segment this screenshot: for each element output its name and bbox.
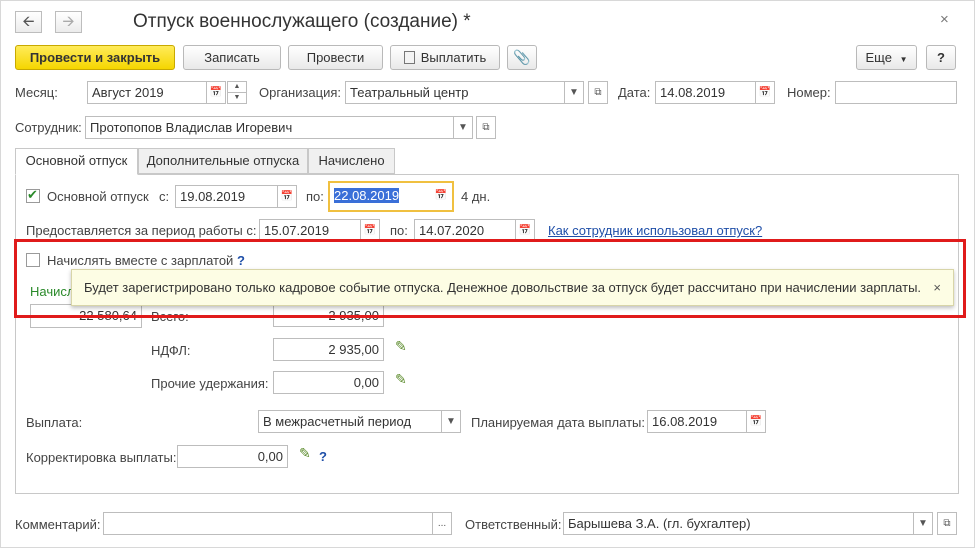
window-title: Отпуск военнослужащего (создание) * [133, 11, 471, 32]
responsible-label: Ответственный: [465, 517, 562, 532]
pencil-icon[interactable]: ✎ [395, 371, 407, 388]
period-to-label: по: [390, 223, 408, 238]
pencil-icon[interactable]: ✎ [395, 338, 407, 355]
date-field[interactable]: 14.08.2019 [655, 81, 756, 104]
other-deductions-field[interactable]: 0,00 [273, 371, 384, 394]
document-icon [403, 51, 415, 64]
month-label: Месяц: [15, 85, 58, 100]
dropdown-icon[interactable]: ▼ [564, 81, 584, 104]
work-period-label: Предоставляется за период работы с: [26, 223, 257, 238]
employee-field[interactable]: Протопопов Владислав Игоревич [85, 116, 456, 139]
more-button-label: Еще [865, 50, 892, 65]
tab-main-leave[interactable]: Основной отпуск [15, 148, 138, 175]
organization-field[interactable]: Театральный центр [345, 81, 565, 104]
payment-label: Выплата: [26, 415, 83, 430]
from-label: с: [159, 189, 170, 204]
arrow-left-icon[interactable]: 🡨 [15, 11, 42, 33]
help-icon[interactable]: ? [319, 449, 327, 464]
other-deductions-label: Прочие удержания: [151, 376, 269, 391]
ndfl-label: НДФЛ: [151, 343, 191, 358]
to-label: по: [306, 189, 324, 204]
organization-label: Организация: [259, 85, 342, 100]
main-leave-label: Основной отпуск [47, 189, 149, 204]
planned-date-label: Планируемая дата выплаты: [471, 415, 645, 430]
open-icon[interactable]: ⧉ [937, 512, 957, 535]
pencil-icon[interactable]: ✎ [299, 445, 311, 462]
tab-accrued[interactable]: Начислено [308, 148, 395, 174]
paperclip-icon: 📎 [513, 49, 531, 65]
save-button[interactable]: Записать [183, 45, 281, 70]
payment-field[interactable]: В межрасчетный период [258, 410, 442, 433]
post-button[interactable]: Провести [288, 45, 383, 70]
comment-label: Комментарий: [15, 517, 101, 532]
payment-correction-field[interactable]: 0,00 [177, 445, 288, 468]
attachment-button[interactable]: 📎 [507, 45, 537, 70]
more-button[interactable]: Еще ▼ [856, 45, 917, 70]
leave-from-field[interactable]: 19.08.2019 [175, 185, 278, 208]
ellipsis-icon[interactable]: ... [432, 512, 452, 535]
leave-to-value: 22.08.2019 [334, 188, 400, 203]
main-leave-checkbox[interactable] [26, 187, 40, 203]
highlight-frame [14, 239, 966, 318]
dropdown-icon[interactable]: ▼ [441, 410, 461, 433]
comment-field[interactable] [103, 512, 433, 535]
chevron-down-icon: ▼ [899, 55, 908, 64]
dropdown-icon[interactable]: ▼ [453, 116, 473, 139]
date-label: Дата: [618, 85, 651, 100]
leave-usage-link[interactable]: Как сотрудник использовал отпуск? [548, 223, 762, 238]
tab-additional-leaves[interactable]: Дополнительные отпуска [138, 148, 308, 174]
planned-date-field[interactable]: 16.08.2019 [647, 410, 747, 433]
pay-button[interactable]: Выплатить [390, 45, 500, 70]
dropdown-icon[interactable]: ▼ [913, 512, 933, 535]
spin-down-icon[interactable]: ▼ [227, 92, 247, 104]
payment-correction-label: Корректировка выплаты: [26, 450, 177, 465]
number-label: Номер: [787, 85, 831, 100]
help-button[interactable]: ? [926, 45, 956, 70]
arrow-right-icon[interactable]: 🡪 [55, 11, 82, 33]
ndfl-field[interactable]: 2 935,00 [273, 338, 384, 361]
post-and-close-button[interactable]: Провести и закрыть [15, 45, 175, 70]
calendar-icon[interactable]: 📅 [746, 410, 766, 433]
document-window: 🡨 🡪 Отпуск военнослужащего (создание) * … [0, 0, 975, 548]
calendar-icon[interactable]: 📅 [277, 185, 297, 208]
pay-button-label: Выплатить [420, 50, 487, 65]
days-count: 4 дн. [461, 189, 491, 204]
open-icon[interactable]: ⧉ [588, 81, 608, 104]
close-icon[interactable]: × [940, 11, 949, 28]
employee-label: Сотрудник: [15, 120, 82, 135]
month-field[interactable]: Август 2019 [87, 81, 207, 104]
open-icon[interactable]: ⧉ [476, 116, 496, 139]
calendar-icon[interactable]: 📅 [206, 81, 226, 104]
responsible-field[interactable]: Барышева З.А. (гл. бухгалтер) [563, 512, 914, 535]
calendar-icon[interactable]: 📅 [755, 81, 775, 104]
number-field[interactable] [835, 81, 957, 104]
calendar-icon[interactable]: 📅 [431, 185, 451, 208]
